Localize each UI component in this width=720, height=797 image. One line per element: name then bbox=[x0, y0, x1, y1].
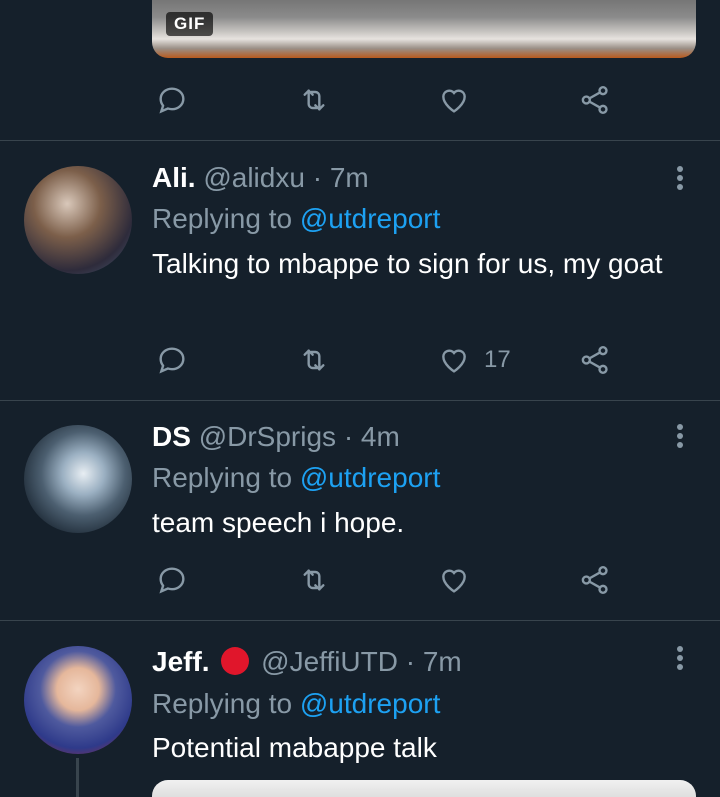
like-button[interactable] bbox=[438, 560, 470, 600]
divider bbox=[0, 400, 720, 401]
more-icon-dot bbox=[677, 184, 683, 190]
more-options-button[interactable] bbox=[668, 424, 692, 452]
mention-link[interactable]: @utdreport bbox=[300, 462, 441, 493]
heart-icon bbox=[442, 349, 466, 373]
share-icon bbox=[581, 346, 608, 374]
like-count: 17 bbox=[484, 346, 511, 373]
retweet-button[interactable] bbox=[298, 80, 330, 120]
replying-to: Replying to @utdreport bbox=[152, 461, 440, 495]
retweet-button[interactable] bbox=[298, 340, 330, 380]
timestamp[interactable]: 4m bbox=[361, 421, 400, 452]
separator: · bbox=[405, 646, 416, 677]
replying-label: Replying to bbox=[152, 688, 293, 719]
tweet-text: team speech i hope. bbox=[152, 507, 405, 538]
share-icon bbox=[581, 86, 608, 114]
more-icon-dot bbox=[677, 646, 683, 652]
avatar[interactable] bbox=[24, 425, 132, 533]
display-name[interactable]: Ali. bbox=[152, 162, 196, 193]
more-options-button[interactable] bbox=[668, 166, 692, 194]
replying-to: Replying to @utdreport bbox=[152, 687, 440, 721]
like-button[interactable] bbox=[438, 80, 470, 120]
divider bbox=[0, 140, 720, 141]
divider bbox=[0, 620, 720, 621]
separator: · bbox=[312, 162, 323, 193]
tweet-media[interactable] bbox=[152, 780, 696, 797]
reply-button[interactable] bbox=[156, 80, 188, 120]
share-button[interactable] bbox=[579, 80, 611, 120]
retweet-icon bbox=[303, 569, 325, 591]
gif-badge: GIF bbox=[166, 12, 214, 36]
heart-icon bbox=[442, 89, 466, 113]
more-icon-dot bbox=[677, 175, 683, 181]
tweet-text: Talking to mbappe to sign for us, my goa… bbox=[152, 248, 663, 279]
red-circle-emoji-icon bbox=[221, 647, 250, 675]
reply-button[interactable] bbox=[156, 340, 188, 380]
thread-line bbox=[76, 758, 79, 797]
reply-icon bbox=[159, 567, 185, 594]
tweet-header: Jeff. @JeffiUTD · 7m bbox=[152, 645, 462, 679]
tweet-header: Ali. @alidxu · 7m bbox=[152, 161, 369, 195]
retweet-icon bbox=[303, 89, 325, 111]
more-icon-dot bbox=[677, 664, 683, 670]
retweet-button[interactable] bbox=[298, 560, 330, 600]
more-icon-dot bbox=[677, 433, 683, 439]
handle[interactable]: @JeffiUTD bbox=[261, 646, 398, 677]
tweet-text: Potential mabappe talk bbox=[152, 732, 437, 763]
separator: · bbox=[343, 421, 354, 452]
more-icon-dot bbox=[677, 655, 683, 661]
share-button[interactable] bbox=[579, 340, 611, 380]
handle[interactable]: @alidxu bbox=[203, 162, 305, 193]
more-icon-dot bbox=[677, 424, 683, 430]
replying-label: Replying to bbox=[152, 203, 293, 234]
more-icon-dot bbox=[677, 442, 683, 448]
replying-to: Replying to @utdreport bbox=[152, 202, 440, 236]
tweet-actions bbox=[0, 80, 720, 120]
display-name[interactable]: DS bbox=[152, 421, 191, 452]
avatar[interactable] bbox=[24, 646, 132, 754]
retweet-icon bbox=[303, 349, 325, 371]
timestamp[interactable]: 7m bbox=[423, 646, 462, 677]
tweet-actions bbox=[0, 560, 720, 600]
display-name[interactable]: Jeff. bbox=[152, 646, 210, 677]
mention-link[interactable]: @utdreport bbox=[300, 688, 441, 719]
like-button[interactable]: 17 bbox=[438, 340, 511, 380]
share-icon bbox=[581, 566, 608, 594]
replying-label: Replying to bbox=[152, 462, 293, 493]
more-icon-dot bbox=[677, 166, 683, 172]
reply-button[interactable] bbox=[156, 560, 188, 600]
timestamp[interactable]: 7m bbox=[330, 162, 369, 193]
handle[interactable]: @DrSprigs bbox=[199, 421, 336, 452]
reply-icon bbox=[159, 347, 185, 374]
tweet-header: DS @DrSprigs · 4m bbox=[152, 420, 400, 454]
mention-link[interactable]: @utdreport bbox=[300, 203, 441, 234]
tweet-actions: 17 bbox=[0, 340, 720, 380]
heart-icon bbox=[442, 569, 466, 593]
avatar[interactable] bbox=[24, 166, 132, 274]
gif-media[interactable]: GIF bbox=[152, 0, 696, 58]
share-button[interactable] bbox=[579, 560, 611, 600]
reply-icon bbox=[159, 87, 185, 114]
more-options-button[interactable] bbox=[668, 646, 692, 674]
